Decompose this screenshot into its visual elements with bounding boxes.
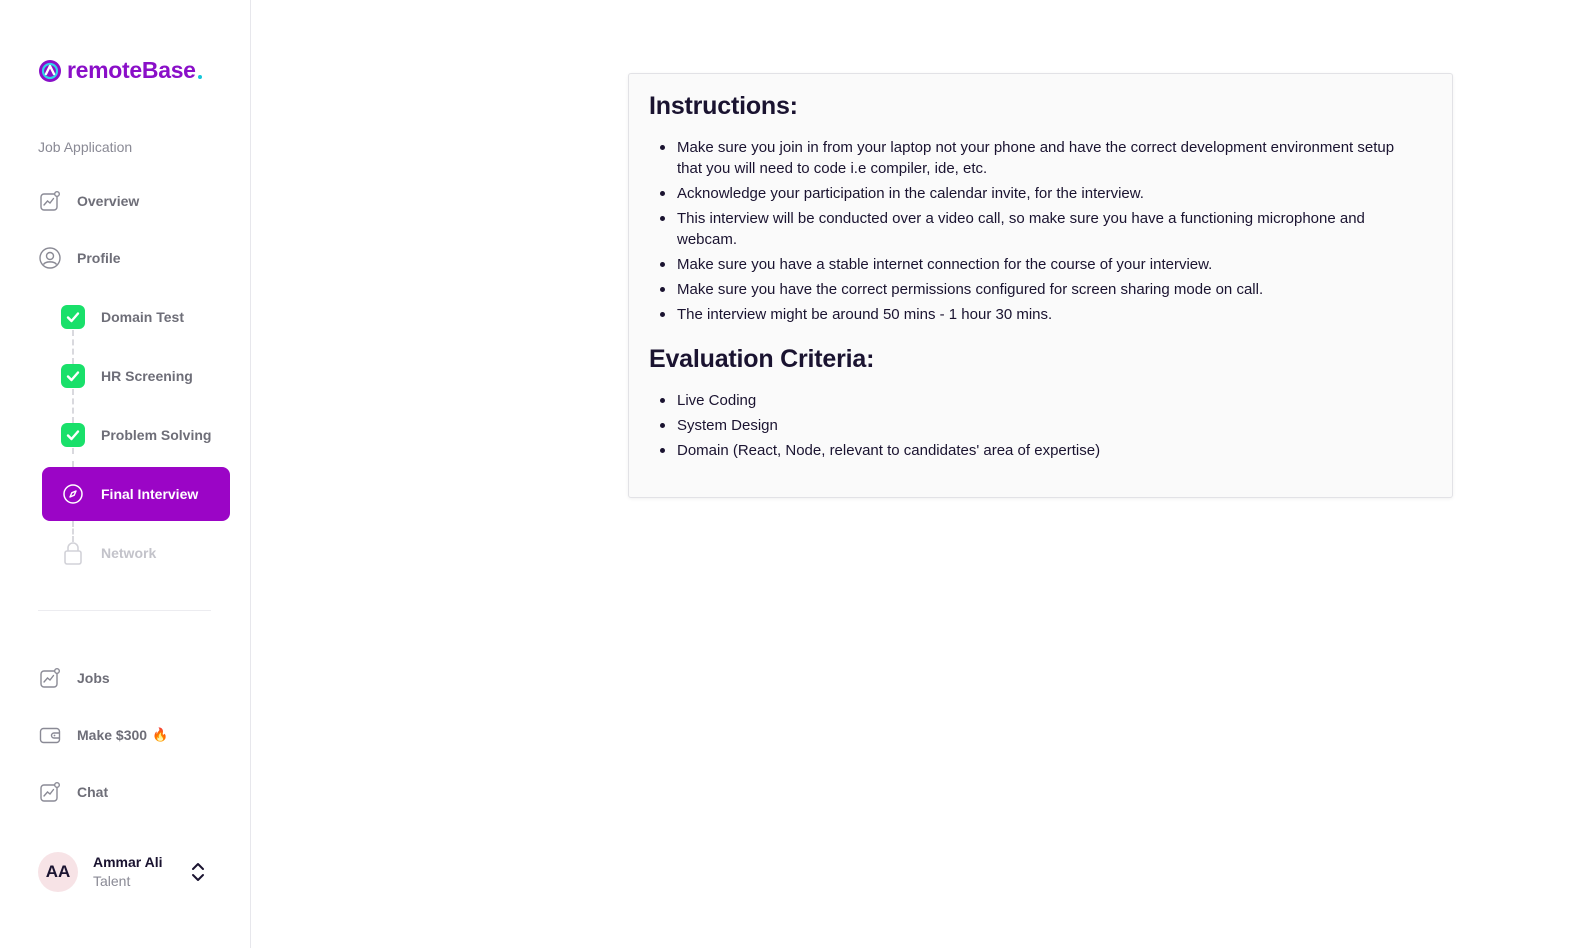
step-problem-solving[interactable]: Problem Solving [61,423,211,447]
step-connector [72,389,74,423]
step-label: Network [101,545,157,561]
instruction-item: Make sure you have a stable internet con… [649,254,1432,275]
criteria-item: Domain (React, Node, relevant to candida… [649,440,1432,461]
logo-dot [197,75,202,79]
step-connector [72,448,74,467]
instructions-title: Instructions: [649,92,798,120]
nav-item-overview[interactable]: Overview [38,189,139,213]
step-connector [72,521,74,542]
nav-item-profile[interactable]: Profile [38,246,121,270]
instruction-item: This interview will be conducted over a … [649,208,1432,250]
compass-icon [61,482,85,506]
step-label: Problem Solving [101,427,212,443]
criteria-item: Live Coding [649,390,1432,411]
chart-icon [38,189,62,213]
user-info: Ammar Ali Talent [93,853,163,891]
sidebar: remoteBase Job Application Overview Prof… [0,0,251,948]
nav-item-make-300[interactable]: Make $300 🔥 [38,723,168,747]
nav-item-jobs[interactable]: Jobs [38,666,110,690]
step-network: Network [61,541,156,565]
nav-label-chat: Chat [77,784,109,800]
instruction-item: The interview might be around 50 mins - … [649,304,1432,325]
instruction-item: Acknowledge your participation in the ca… [649,183,1432,204]
instruction-item: Make sure you join in from your laptop n… [649,137,1432,179]
nav-label-jobs: Jobs [77,670,110,686]
step-connector [72,330,74,364]
instructions-card: Instructions: Make sure you join in from… [628,73,1453,498]
user-circle-icon [38,246,62,270]
nav-item-chat[interactable]: Chat [38,780,108,804]
avatar: AA [38,852,78,892]
step-domain-test[interactable]: Domain Test [61,305,184,329]
chart-icon [38,780,62,804]
nav-label-profile: Profile [77,250,121,266]
nav-label-overview: Overview [77,193,140,209]
check-icon [61,305,85,329]
step-hr-screening[interactable]: HR Screening [61,364,193,388]
fire-icon: 🔥 [152,727,169,742]
step-label: HR Screening [101,368,193,384]
logo-icon [39,59,61,82]
nav-label-make-300: Make $300 [77,727,148,743]
step-label: Domain Test [101,309,184,325]
section-label: Job Application [38,139,133,155]
user-name: Ammar Ali [93,854,163,870]
brand-logo[interactable]: remoteBase [38,57,202,84]
lock-icon [61,541,85,565]
chart-icon [38,666,62,690]
user-profile[interactable]: AA Ammar Ali Talent [38,852,213,892]
check-icon [61,364,85,388]
instructions-list: Make sure you join in from your laptop n… [649,137,1432,325]
criteria-title: Evaluation Criteria: [649,345,875,373]
criteria-item: System Design [649,415,1432,436]
step-label: Final Interview [101,486,199,502]
instruction-item: Make sure you have the correct permissio… [649,279,1432,300]
user-role: Talent [93,873,131,889]
step-final-interview[interactable]: Final Interview [42,467,230,521]
chevron-up-down-icon[interactable] [188,861,208,883]
criteria-list: Live Coding System Design Domain (React,… [649,390,1432,461]
wallet-icon [38,723,62,747]
sidebar-divider [38,610,211,611]
brand-name: remoteBase [67,57,196,83]
check-icon [61,423,85,447]
